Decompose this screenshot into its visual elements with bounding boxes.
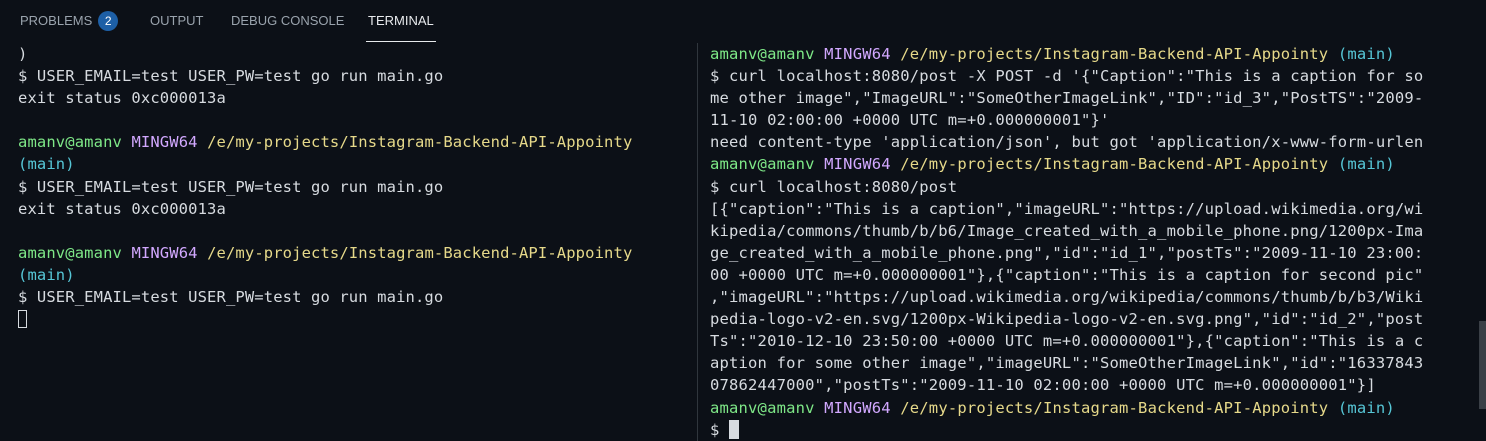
terminal-line: ,"imageURL":"https://upload.wikimedia.or…: [710, 288, 1424, 307]
prompt-path: /e/my-projects/Instagram-Backend-API-App…: [900, 398, 1329, 417]
prompt-user: amanv@amanv: [710, 155, 815, 174]
terminal-line: exit status 0xc000013a: [18, 199, 226, 218]
terminal-line: pedia-logo-v2-en.svg/1200px-Wikipedia-lo…: [710, 310, 1424, 329]
tab-output[interactable]: OUTPUT: [150, 0, 203, 42]
tab-terminal[interactable]: TERMINAL: [366, 0, 436, 42]
terminal-line: $ USER_EMAIL=test USER_PW=test go run ma…: [18, 67, 444, 86]
terminal-line: need content-type 'application/json', bu…: [710, 133, 1424, 152]
prompt-host: MINGW64: [131, 133, 198, 152]
terminal-line: 00 +0000 UTC m=+0.000000001"},{"caption"…: [710, 265, 1424, 284]
terminal-line: $ curl localhost:8080/post: [710, 177, 958, 196]
prompt-branch: (main): [18, 155, 75, 174]
prompt-user: amanv@amanv: [18, 243, 122, 262]
prompt-branch-line: (main): [0, 264, 696, 286]
prompt-branch: (main): [1337, 155, 1395, 174]
prompt-branch-line: (main): [0, 153, 696, 175]
terminal-line: me other image","ImageURL":"SomeOtherIma…: [710, 89, 1424, 108]
terminal-line: [{"caption":"This is a caption","imageUR…: [710, 199, 1424, 218]
tab-terminal-label: TERMINAL: [368, 13, 434, 28]
prompt-host: MINGW64: [824, 155, 891, 174]
tab-debug-console-label: DEBUG CONSOLE: [231, 13, 345, 28]
prompt-branch: (main): [18, 265, 75, 284]
prompt-path: /e/my-projects/Instagram-Backend-API-App…: [900, 155, 1329, 174]
terminal-cursor-icon: [18, 309, 27, 328]
prompt-symbol: $: [710, 420, 720, 439]
prompt-path: /e/my-projects/Instagram-Backend-API-App…: [207, 243, 633, 262]
prompt-line: amanv@amanv MINGW64 /e/my-projects/Insta…: [699, 397, 1471, 419]
active-tab-indicator: [366, 41, 436, 42]
tab-output-label: OUTPUT: [150, 13, 204, 28]
terminal-line: ): [18, 45, 28, 63]
terminal-line: $ USER_EMAIL=test USER_PW=test go run ma…: [18, 288, 444, 307]
terminal-line: aption for some other image","imageURL":…: [710, 354, 1424, 373]
tab-debug-console[interactable]: DEBUG CONSOLE: [231, 0, 344, 42]
panel-tab-bar: PROBLEMS 2 OUTPUT DEBUG CONSOLE TERMINAL: [0, 0, 1486, 42]
prompt-line: amanv@amanv MINGW64 /e/my-projects/Insta…: [699, 153, 1471, 175]
prompt-line: amanv@amanv MINGW64 /e/my-projects/Insta…: [699, 43, 1471, 65]
terminal-scrollbar[interactable]: [1479, 321, 1486, 409]
prompt-line: amanv@amanv MINGW64 /e/my-projects/Insta…: [0, 131, 696, 153]
prompt-user: amanv@amanv: [710, 398, 815, 417]
split-divider[interactable]: [697, 43, 698, 441]
terminal-line: ge_created_with_a_mobile_phone.png","id"…: [710, 243, 1424, 262]
prompt-host: MINGW64: [824, 45, 891, 63]
terminal-cursor-icon: [729, 419, 740, 439]
terminal-line: exit status 0xc000013a: [18, 89, 226, 108]
terminal-line: 07862447000","postTs":"2009-11-10 02:00:…: [710, 376, 1376, 395]
terminal-line: Ts":"2010-12-10 23:50:00 +0000 UTC m=+0.…: [710, 332, 1424, 351]
prompt-user: amanv@amanv: [18, 133, 122, 152]
terminal-pane-right[interactable]: amanv@amanv MINGW64 /e/my-projects/Insta…: [699, 43, 1471, 441]
prompt-path: /e/my-projects/Instagram-Backend-API-App…: [207, 133, 633, 152]
tab-problems-label: PROBLEMS: [20, 13, 93, 28]
prompt-line: amanv@amanv MINGW64 /e/my-projects/Insta…: [0, 242, 696, 264]
terminal-line: kipedia/commons/thumb/b/b6/Image_created…: [710, 221, 1424, 240]
prompt-user: amanv@amanv: [710, 45, 815, 63]
input-line: $: [699, 419, 1471, 441]
cursor-line: [0, 308, 696, 330]
prompt-branch: (main): [1337, 398, 1395, 417]
prompt-host: MINGW64: [824, 398, 891, 417]
terminal-line: 11-10 02:00:00 +0000 UTC m=+0.000000001"…: [710, 111, 1110, 130]
prompt-branch: (main): [1337, 45, 1395, 63]
prompt-host: MINGW64: [131, 243, 198, 262]
problems-count-badge: 2: [98, 10, 119, 31]
terminal-line: $ curl localhost:8080/post -X POST -d '{…: [710, 67, 1424, 86]
tab-problems[interactable]: PROBLEMS 2: [20, 0, 119, 42]
terminal-pane-left[interactable]: ) $ USER_EMAIL=test USER_PW=test go run …: [0, 43, 696, 441]
terminal-line: $ USER_EMAIL=test USER_PW=test go run ma…: [18, 177, 444, 196]
prompt-path: /e/my-projects/Instagram-Backend-API-App…: [900, 45, 1329, 63]
